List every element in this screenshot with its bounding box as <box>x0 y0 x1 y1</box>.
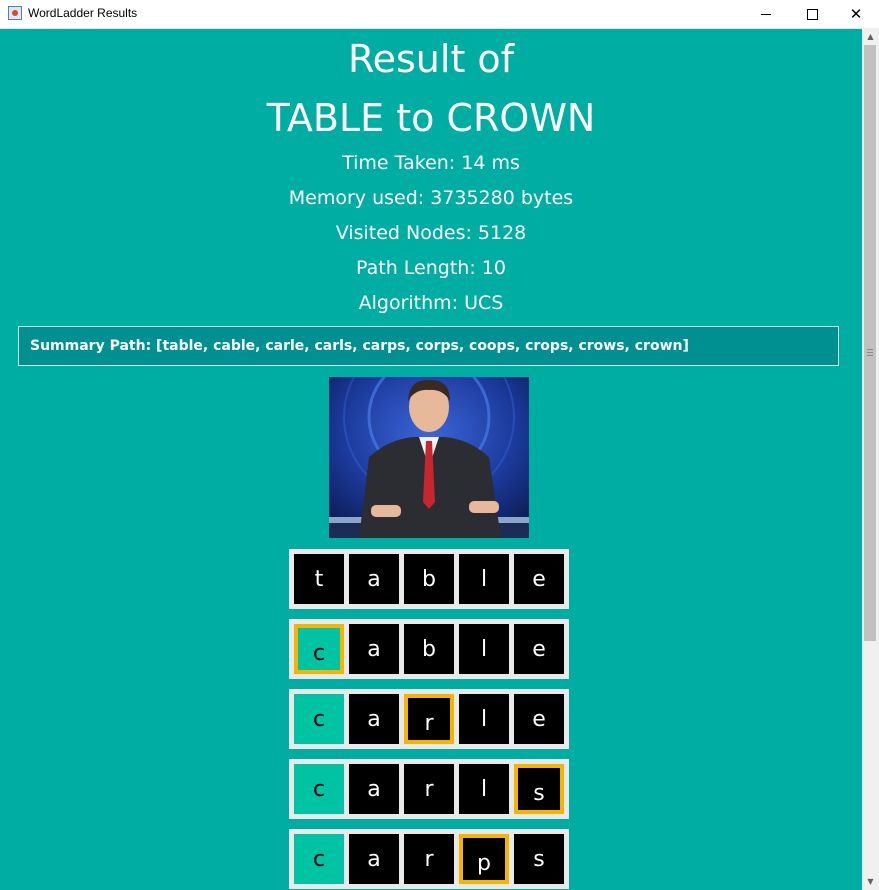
result-heading: Result of <box>347 37 515 81</box>
algorithm: Algorithm: UCS <box>358 292 504 314</box>
letter-tile: l <box>459 624 509 674</box>
ladder-row: t a b l e <box>289 549 569 609</box>
letter-tile: a <box>349 834 399 884</box>
letter-tile: e <box>514 624 564 674</box>
close-button[interactable]: ✕ <box>833 0 879 28</box>
scroll-up-arrow-icon[interactable]: ▲ <box>862 28 879 45</box>
letter-tile: l <box>459 694 509 744</box>
scrollbar-thumb[interactable] <box>864 45 876 641</box>
title-bar: WordLadder Results ✕ <box>0 0 879 29</box>
time-taken: Time Taken: 14 ms <box>342 152 520 174</box>
letter-tile: a <box>349 554 399 604</box>
changed-letter-tile: r <box>404 694 454 744</box>
ladder-row: c a b l e <box>289 619 569 679</box>
letter-tile: r <box>404 834 454 884</box>
vertical-scrollbar[interactable]: ▲ ▼ <box>862 28 879 890</box>
window-title: WordLadder Results <box>28 6 138 20</box>
ladder-row: c a r p s <box>289 829 569 889</box>
changed-letter-tile: p <box>459 834 509 884</box>
maximize-button[interactable] <box>789 0 835 28</box>
letter-tile: t <box>294 554 344 604</box>
letter-tile: l <box>459 764 509 814</box>
ladder-row: c a r l e <box>289 689 569 749</box>
matched-letter-tile: c <box>294 834 344 884</box>
reaction-gif-image <box>329 377 529 538</box>
letter-tile: b <box>404 624 454 674</box>
summary-path: Summary Path: [table, cable, carle, carl… <box>18 326 839 366</box>
changed-letter-tile: s <box>514 764 564 814</box>
thumb-grip <box>867 355 873 356</box>
letter-tile: e <box>514 694 564 744</box>
thumb-grip <box>867 352 873 353</box>
reaction-gif <box>329 377 529 538</box>
letter-tile: a <box>349 624 399 674</box>
letter-tile: s <box>514 834 564 884</box>
result-words: TABLE to CROWN <box>266 96 596 140</box>
java-app-icon <box>8 6 22 20</box>
memory-used: Memory used: 3735280 bytes <box>288 187 574 209</box>
scroll-down-arrow-icon[interactable]: ▼ <box>862 873 879 890</box>
thumb-grip <box>867 349 873 350</box>
path-length: Path Length: 10 <box>356 257 506 279</box>
minimize-button[interactable] <box>743 0 789 28</box>
matched-letter-tile: c <box>294 694 344 744</box>
letter-tile: e <box>514 554 564 604</box>
ladder-row: c a r l s <box>289 759 569 819</box>
matched-letter-tile: c <box>294 764 344 814</box>
close-icon: ✕ <box>849 4 863 23</box>
minimize-icon <box>761 13 771 15</box>
maximize-icon <box>806 8 818 20</box>
letter-tile: a <box>349 764 399 814</box>
letter-tile: b <box>404 554 454 604</box>
letter-tile: l <box>459 554 509 604</box>
letter-tile: r <box>404 764 454 814</box>
visited-nodes: Visited Nodes: 5128 <box>335 222 527 244</box>
results-panel: Result of TABLE to CROWN Time Taken: 14 … <box>0 28 862 890</box>
changed-letter-tile: c <box>294 624 344 674</box>
letter-tile: a <box>349 694 399 744</box>
